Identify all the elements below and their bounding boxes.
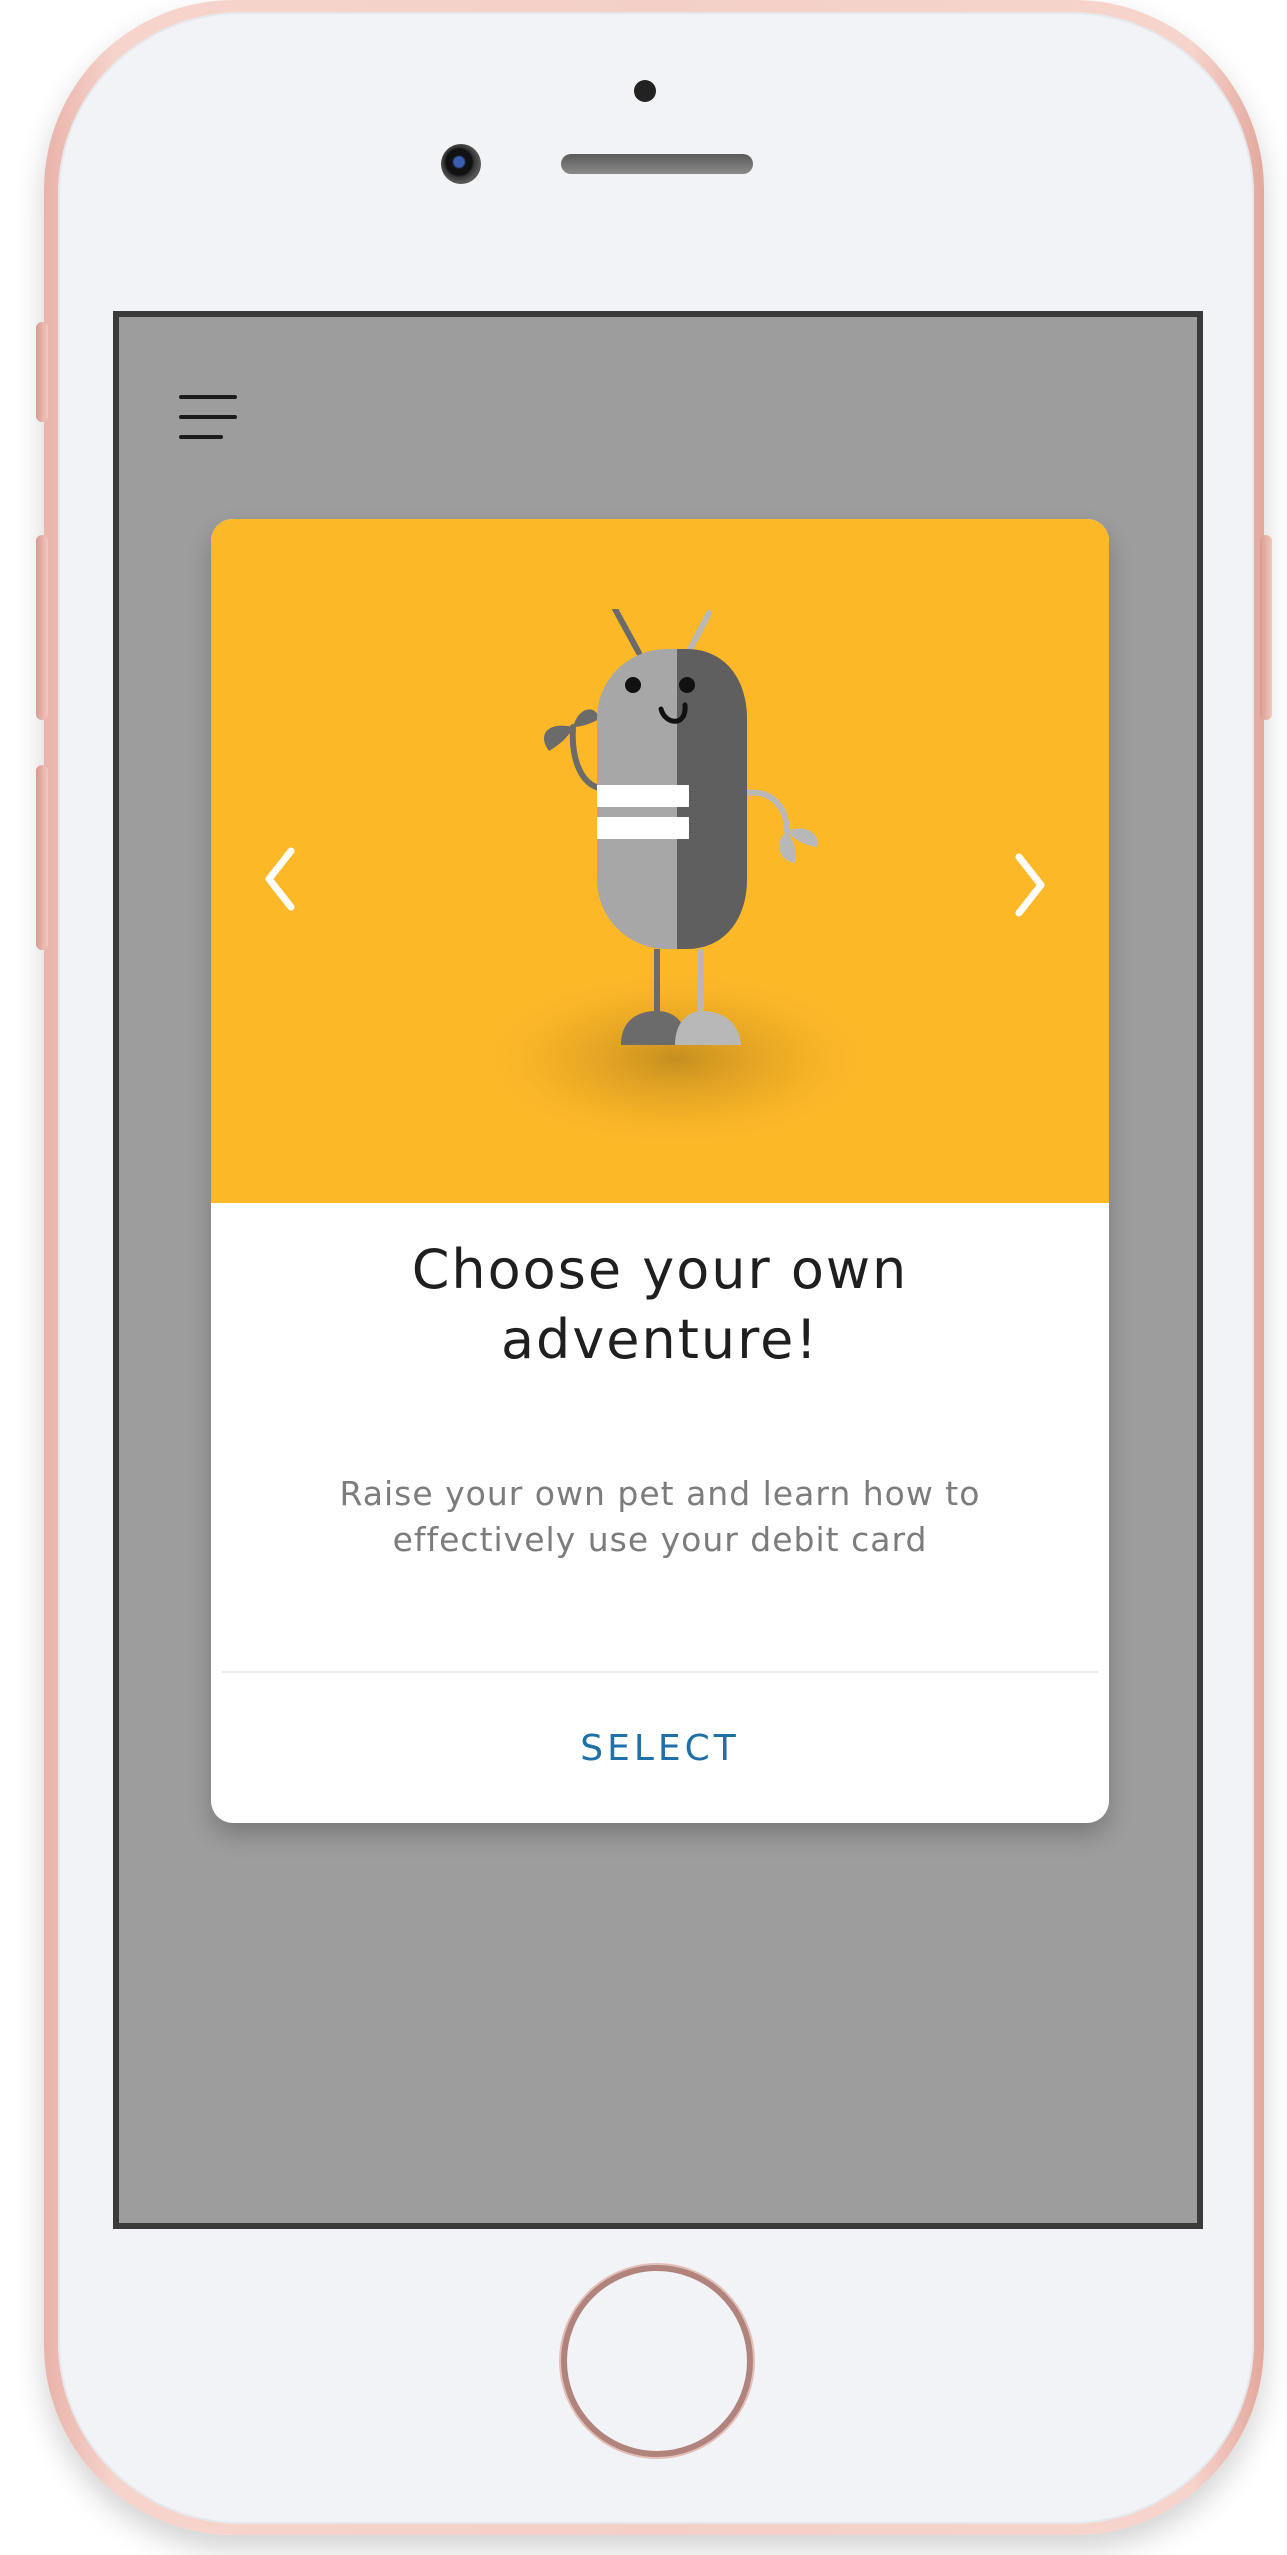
app-screen: Choose your own adventure! Raise your ow… <box>119 317 1197 2223</box>
menu-line <box>179 415 237 419</box>
robot-pet-illustration <box>476 609 876 1149</box>
device-mockup: Choose your own adventure! Raise your ow… <box>0 0 1287 2555</box>
proximity-sensor <box>634 80 656 102</box>
card-description-line2: effectively use your debit card <box>392 1520 928 1559</box>
card-description-line1: Raise your own pet and learn how to <box>339 1474 981 1513</box>
chevron-right-shape <box>1015 853 1045 917</box>
card-title-line1: Choose your own <box>411 1238 909 1301</box>
earpiece-speaker <box>561 154 753 174</box>
front-camera <box>441 144 481 184</box>
mute-switch <box>36 322 48 422</box>
hamburger-menu-icon[interactable] <box>179 395 239 441</box>
select-button[interactable]: SELECT <box>211 1673 1109 1823</box>
chevron-left-icon[interactable] <box>255 839 305 919</box>
adventure-card: Choose your own adventure! Raise your ow… <box>211 519 1109 1823</box>
power-button <box>1260 535 1272 720</box>
volume-down-button <box>36 765 48 950</box>
card-description: Raise your own pet and learn how to effe… <box>281 1471 1039 1563</box>
home-button[interactable] <box>561 2265 753 2457</box>
phone-screen: Choose your own adventure! Raise your ow… <box>113 311 1203 2229</box>
card-hero <box>211 519 1109 1203</box>
chevron-right-icon[interactable] <box>1005 845 1055 925</box>
volume-up-button <box>36 535 48 720</box>
card-title: Choose your own adventure! <box>251 1235 1069 1375</box>
menu-line <box>179 395 237 399</box>
chevron-left-shape <box>265 847 295 911</box>
card-title-line2: adventure! <box>500 1308 820 1371</box>
menu-line <box>179 435 223 439</box>
